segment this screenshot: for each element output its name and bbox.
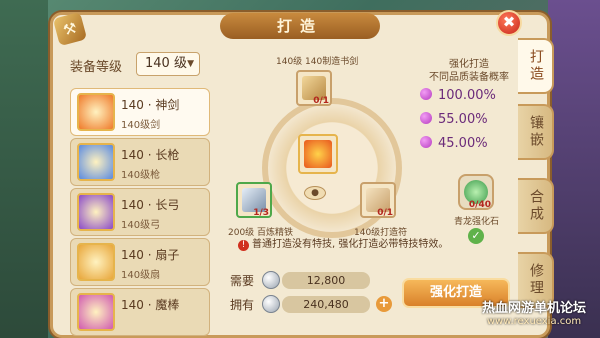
forge-panel: 140级 140制造书剑 0/1 ● 1/3 0/1 200级 百炼精铁 140… [218,40,518,338]
right-material-slot[interactable]: 0/1 [360,182,396,218]
silver-coin-icon [262,271,280,289]
level-value: 140 级 [145,56,187,71]
left-game-hud [0,0,48,338]
tab-repair[interactable]: 修理 [518,252,554,308]
weapon-icon [77,143,115,181]
weapon-icon [77,243,115,281]
stone-slot[interactable]: 0/40 [458,174,494,210]
purple-gem-icon [420,88,432,100]
purple-gem-icon [420,112,432,124]
level-label: 装备等级 [70,60,123,75]
slot-count: 0/1 [377,208,393,218]
need-label: 需要 [230,274,255,288]
add-currency-button[interactable]: + [376,296,392,312]
close-button[interactable]: ✖ [496,10,522,36]
top-material-slot[interactable]: 0/1 [296,70,332,106]
equipment-item[interactable]: 140 · 神剑 140级剑 [70,88,210,136]
purple-gem-icon [420,136,432,148]
equipment-item[interactable]: 140 · 魔棒 [70,288,210,336]
top-slot-label: 140级 140制造书剑 [276,57,359,67]
warning-icon: ! [238,240,249,251]
sword-icon [304,140,332,168]
tab-combine[interactable]: 合成 [518,178,554,234]
slot-count: 0/40 [468,200,491,210]
note-text: 普通打造没有特技, 强化打造必带特技特效。 [252,239,449,250]
equipment-list-panel: 装备等级 140 级 ▼ 140 · 神剑 140级剑 140 · 长枪 140级枪 1… [64,40,216,338]
result-slot[interactable] [298,134,338,174]
right-game-hud [548,0,600,338]
rate-row: 100.00% [420,88,496,103]
stone-label: 青龙强化石 [454,217,500,227]
slot-count: 1/3 [253,208,269,218]
equipment-item[interactable]: 140 · 长弓 140级弓 [70,188,210,236]
left-slot-label: 200级 百炼精铁 [228,228,294,238]
item-subtitle: 140级剑 [121,120,161,131]
item-subtitle: 140级枪 [121,170,161,181]
slot-count: 0/1 [313,96,329,106]
right-slot-label: 140级打造符 [354,228,408,238]
left-material-slot[interactable]: 1/3 [236,182,272,218]
silver-coin-icon [262,295,280,313]
eye-icon[interactable]: ● [304,186,326,200]
weapon-icon [77,193,115,231]
chevron-down-icon: ▼ [187,59,194,69]
weapon-icon [77,293,115,331]
dialog-title: 打造 [220,13,380,39]
item-name: 140 · 扇子 [121,248,180,262]
tab-inlay[interactable]: 镶嵌 [518,104,554,160]
item-name: 140 · 长弓 [121,198,180,212]
weapon-icon [77,93,115,131]
level-select[interactable]: 140 级 ▼ [136,52,200,76]
item-name: 140 · 魔棒 [121,298,180,312]
need-value: 12,800 [282,272,370,289]
rate-row: 45.00% [420,136,488,151]
item-name: 140 · 长枪 [121,148,180,162]
rate-row: 55.00% [420,112,488,127]
equipment-item[interactable]: 140 · 扇子 140级扇 [70,238,210,286]
item-name: 140 · 神剑 [121,98,180,112]
side-tabs: 打造 镶嵌 合成 修理 [518,38,554,338]
item-subtitle: 140级弓 [121,220,161,231]
item-subtitle: 140级扇 [121,270,161,281]
have-value: 240,480 [282,296,370,313]
tab-forge[interactable]: 打造 [518,38,554,94]
rate-heading: 强化打造 不同品质装备概率 [429,59,509,83]
have-label: 拥有 [230,298,255,312]
forge-note: ! 普通打造没有特技, 强化打造必带特技特效。 [238,238,500,251]
site-watermark: 热血网游单机论坛 www.rexuexia.com [481,301,586,327]
equipment-item[interactable]: 140 · 长枪 140级枪 [70,138,210,186]
